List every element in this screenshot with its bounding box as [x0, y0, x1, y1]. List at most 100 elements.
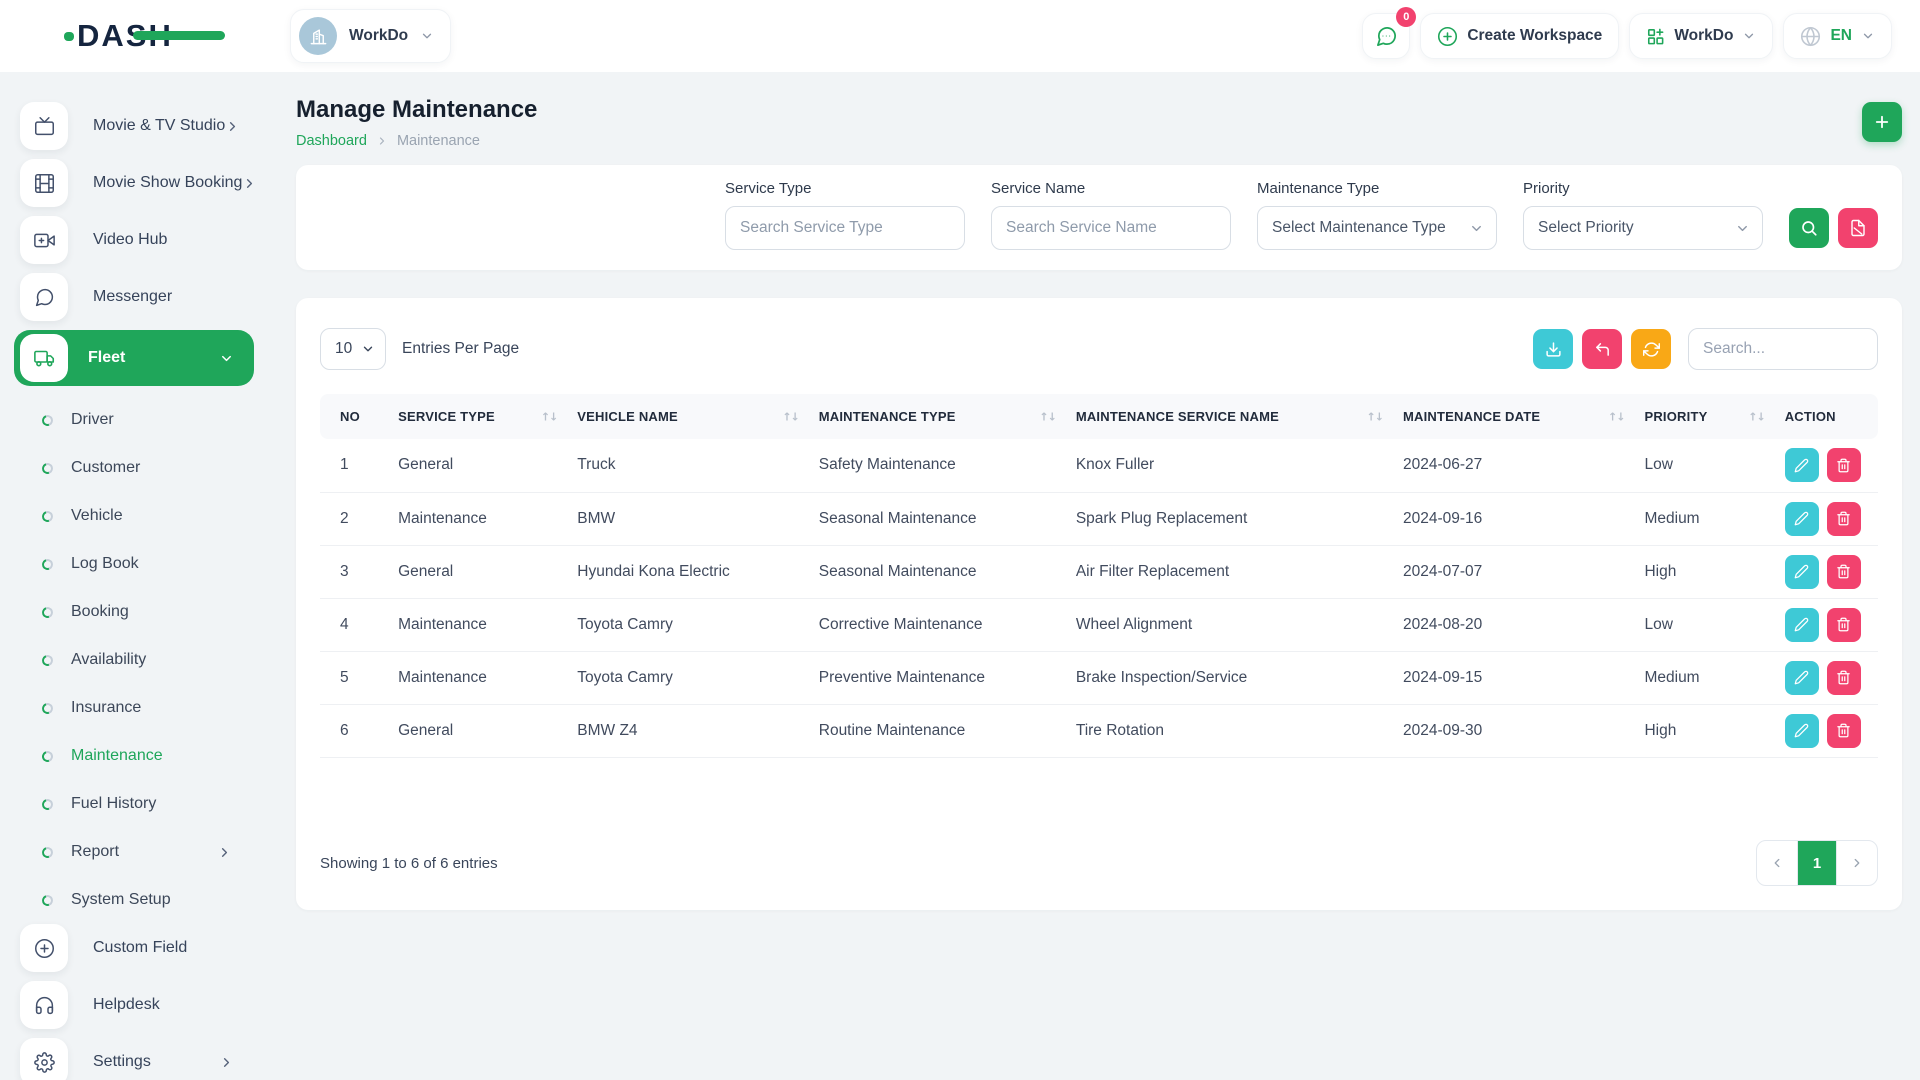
sidebar-item-movie-tv-studio[interactable]: Movie & TV Studio: [0, 102, 268, 150]
column-header-maintenance-type[interactable]: MAINTENANCE TYPE↑↓: [811, 394, 1068, 439]
maintenance-type-select[interactable]: Select Maintenance Type: [1257, 206, 1497, 250]
sort-icon[interactable]: ↑↓: [1039, 410, 1055, 423]
language-selector[interactable]: EN: [1783, 13, 1892, 59]
table-search-input[interactable]: [1688, 328, 1878, 370]
cell-service-type: General: [390, 704, 569, 757]
chevron-down-icon: [361, 342, 375, 356]
service-type-label: Service Type: [725, 180, 965, 197]
column-header-maintenance-service-name[interactable]: MAINTENANCE SERVICE NAME↑↓: [1068, 394, 1395, 439]
sidebar-subitem-label: Fuel History: [71, 795, 156, 813]
sidebar-subitem-maintenance[interactable]: Maintenance: [0, 732, 268, 780]
service-name-input[interactable]: [991, 206, 1231, 250]
delete-button[interactable]: [1827, 448, 1861, 482]
chevron-down-icon: [219, 351, 234, 366]
cell-service-type: Maintenance: [390, 651, 569, 704]
sidebar-item-fleet[interactable]: Fleet: [14, 330, 254, 386]
sort-icon[interactable]: ↑↓: [1608, 410, 1624, 423]
sidebar-subitem-label: Insurance: [71, 699, 141, 717]
app-switcher-button[interactable]: WorkDo: [1629, 13, 1773, 59]
column-header-priority[interactable]: PRIORITY↑↓: [1636, 394, 1776, 439]
edit-button[interactable]: [1785, 502, 1819, 536]
breadcrumb: Dashboard Maintenance: [296, 133, 537, 149]
edit-button[interactable]: [1785, 714, 1819, 748]
sidebar-subitem-driver[interactable]: Driver: [0, 396, 268, 444]
table-body: 1GeneralTruckSafety MaintenanceKnox Full…: [320, 439, 1878, 757]
edit-button[interactable]: [1785, 661, 1819, 695]
delete-button[interactable]: [1827, 555, 1861, 589]
apply-filter-button[interactable]: [1789, 208, 1829, 248]
chat-icon: [1375, 25, 1398, 48]
messages-button[interactable]: 0: [1362, 13, 1410, 59]
delete-button[interactable]: [1827, 714, 1861, 748]
refresh-button[interactable]: [1631, 329, 1671, 369]
cell-no: 3: [320, 545, 390, 598]
sidebar-subitem-report[interactable]: Report: [0, 828, 268, 876]
export-button[interactable]: [1533, 329, 1573, 369]
delete-button[interactable]: [1827, 608, 1861, 642]
bullet-icon: [40, 845, 55, 860]
filter-panel: Service Type Service Name Maintenance Ty…: [296, 165, 1902, 270]
breadcrumb-dashboard-link[interactable]: Dashboard: [296, 133, 367, 149]
chevron-left-icon: [1770, 856, 1784, 870]
cell-maintenance-date: 2024-08-20: [1395, 598, 1636, 651]
sidebar-item-helpdesk[interactable]: Helpdesk: [0, 981, 268, 1029]
search-icon: [1800, 219, 1818, 237]
cell-maintenance-service-name: Wheel Alignment: [1068, 598, 1395, 651]
sort-icon[interactable]: ↑↓: [782, 410, 798, 423]
undo-button[interactable]: [1582, 329, 1622, 369]
cell-maintenance-date: 2024-06-27: [1395, 439, 1636, 492]
delete-button[interactable]: [1827, 661, 1861, 695]
chevron-down-icon: [420, 29, 434, 43]
sidebar-subitem-fuel-history[interactable]: Fuel History: [0, 780, 268, 828]
edit-button[interactable]: [1785, 448, 1819, 482]
service-type-input[interactable]: [725, 206, 965, 250]
bullet-icon: [40, 701, 55, 716]
clear-filter-button[interactable]: [1838, 208, 1878, 248]
sidebar-subitem-insurance[interactable]: Insurance: [0, 684, 268, 732]
pagination: 1: [1756, 840, 1878, 886]
column-header-vehicle-name[interactable]: VEHICLE NAME↑↓: [569, 394, 810, 439]
cell-priority: Medium: [1636, 651, 1776, 704]
message-bubble-icon: [20, 273, 68, 321]
sidebar-item-settings[interactable]: Settings: [0, 1038, 268, 1080]
pagination-prev-button[interactable]: [1757, 841, 1797, 885]
undo-arrow-icon: [1594, 341, 1611, 358]
cell-maintenance-date: 2024-09-15: [1395, 651, 1636, 704]
sort-icon[interactable]: ↑↓: [541, 410, 557, 423]
sidebar-subitem-label: Log Book: [71, 555, 139, 573]
sort-icon[interactable]: ↑↓: [1367, 410, 1383, 423]
sidebar-subitem-availability[interactable]: Availability: [0, 636, 268, 684]
topbar-actions: 0 Create Workspace WorkDo EN: [1362, 13, 1920, 59]
sidebar-item-movie-show-booking[interactable]: Movie Show Booking: [0, 159, 268, 207]
pagination-next-button[interactable]: [1837, 841, 1877, 885]
service-name-label: Service Name: [991, 180, 1231, 197]
cell-no: 2: [320, 492, 390, 545]
create-workspace-button[interactable]: Create Workspace: [1420, 13, 1619, 59]
table-header-row: NOSERVICE TYPE↑↓VEHICLE NAME↑↓MAINTENANC…: [320, 394, 1878, 439]
workspace-selector[interactable]: WorkDo: [290, 9, 451, 63]
add-maintenance-button[interactable]: [1862, 102, 1902, 142]
sidebar-item-messenger[interactable]: Messenger: [0, 273, 268, 321]
language-code: EN: [1830, 27, 1852, 45]
sort-icon[interactable]: ↑↓: [1748, 410, 1764, 423]
entries-per-page-select[interactable]: 10: [320, 328, 386, 370]
chevron-right-icon: [219, 1055, 234, 1070]
pagination-page-1[interactable]: 1: [1797, 841, 1837, 885]
sidebar-subitem-log-book[interactable]: Log Book: [0, 540, 268, 588]
column-header-service-type[interactable]: SERVICE TYPE↑↓: [390, 394, 569, 439]
edit-button[interactable]: [1785, 555, 1819, 589]
column-header-maintenance-date[interactable]: MAINTENANCE DATE↑↓: [1395, 394, 1636, 439]
pencil-icon: [1794, 564, 1809, 579]
pencil-icon: [1794, 670, 1809, 685]
cell-vehicle-name: Truck: [569, 439, 810, 492]
delete-button[interactable]: [1827, 502, 1861, 536]
sidebar-subitem-customer[interactable]: Customer: [0, 444, 268, 492]
edit-button[interactable]: [1785, 608, 1819, 642]
priority-select[interactable]: Select Priority: [1523, 206, 1763, 250]
sidebar-subitem-system-setup[interactable]: System Setup: [0, 876, 268, 924]
sidebar-subitem-booking[interactable]: Booking: [0, 588, 268, 636]
brand-logo[interactable]: DASH: [0, 18, 268, 54]
sidebar-subitem-vehicle[interactable]: Vehicle: [0, 492, 268, 540]
sidebar-item-video-hub[interactable]: Video Hub: [0, 216, 268, 264]
sidebar-item-custom-field[interactable]: Custom Field: [0, 924, 268, 972]
